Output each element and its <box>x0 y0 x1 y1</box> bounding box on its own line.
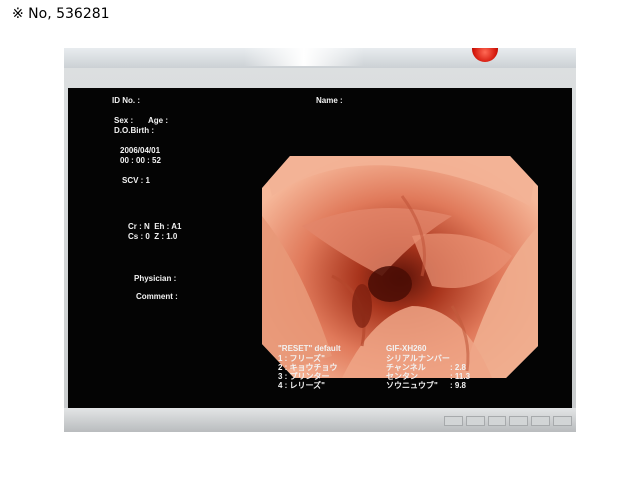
sex-label: Sex : <box>114 116 134 125</box>
monitor-button <box>531 416 551 426</box>
dob-label: D.O.Birth : <box>114 126 154 135</box>
insertion-label: ソウニュウブ" <box>386 381 438 390</box>
scv-readout: SCV : 1 <box>122 176 151 185</box>
monitor-photo: ID No. : Name : Sex : Age : D.O.Birth : … <box>64 48 576 432</box>
serial-number-label: シリアルナンバー <box>386 354 450 363</box>
scope-model: GIF-XH260 <box>386 344 427 353</box>
monitor-button <box>444 416 463 426</box>
physician-label: Physician : <box>134 274 177 283</box>
monitor-button <box>553 416 572 426</box>
date-readout: 2006/04/01 <box>120 146 161 155</box>
reset-default-label: "RESET" default <box>278 344 341 353</box>
tip-label: センタン <box>386 372 418 381</box>
monitor-button <box>465 416 485 426</box>
age-label: Age : <box>148 116 168 125</box>
insertion-value: : 9.8 <box>450 381 467 390</box>
menu-item-3: 3 : プリンター <box>278 372 330 381</box>
monitor-screen: ID No. : Name : Sex : Age : D.O.Birth : … <box>68 88 572 408</box>
monitor-button <box>509 416 529 426</box>
channel-label: チャンネル <box>386 363 426 372</box>
image-caption: ※ No, 536281 <box>12 6 110 22</box>
time-readout: 00 : 00 : 52 <box>120 156 161 165</box>
monitor-button <box>487 416 507 426</box>
menu-item-2: 2 : キョウチョウ <box>278 363 338 372</box>
menu-item-1: 1 : フリーズ" <box>278 354 325 363</box>
name-label: Name : <box>316 96 343 105</box>
menu-item-4: 4 : レリーズ" <box>278 381 325 390</box>
monitor-control-buttons <box>444 416 572 426</box>
channel-value: : 2.8 <box>450 363 467 372</box>
settings-line-2: Cs : 0 Z : 1.0 <box>128 232 178 241</box>
ceiling-light <box>244 48 364 66</box>
id-no-label: ID No. : <box>112 96 140 105</box>
tip-value: : 11.3 <box>450 372 471 381</box>
settings-line-1: Cr : N Eh : A1 <box>128 222 182 231</box>
comment-label: Comment : <box>136 292 178 301</box>
